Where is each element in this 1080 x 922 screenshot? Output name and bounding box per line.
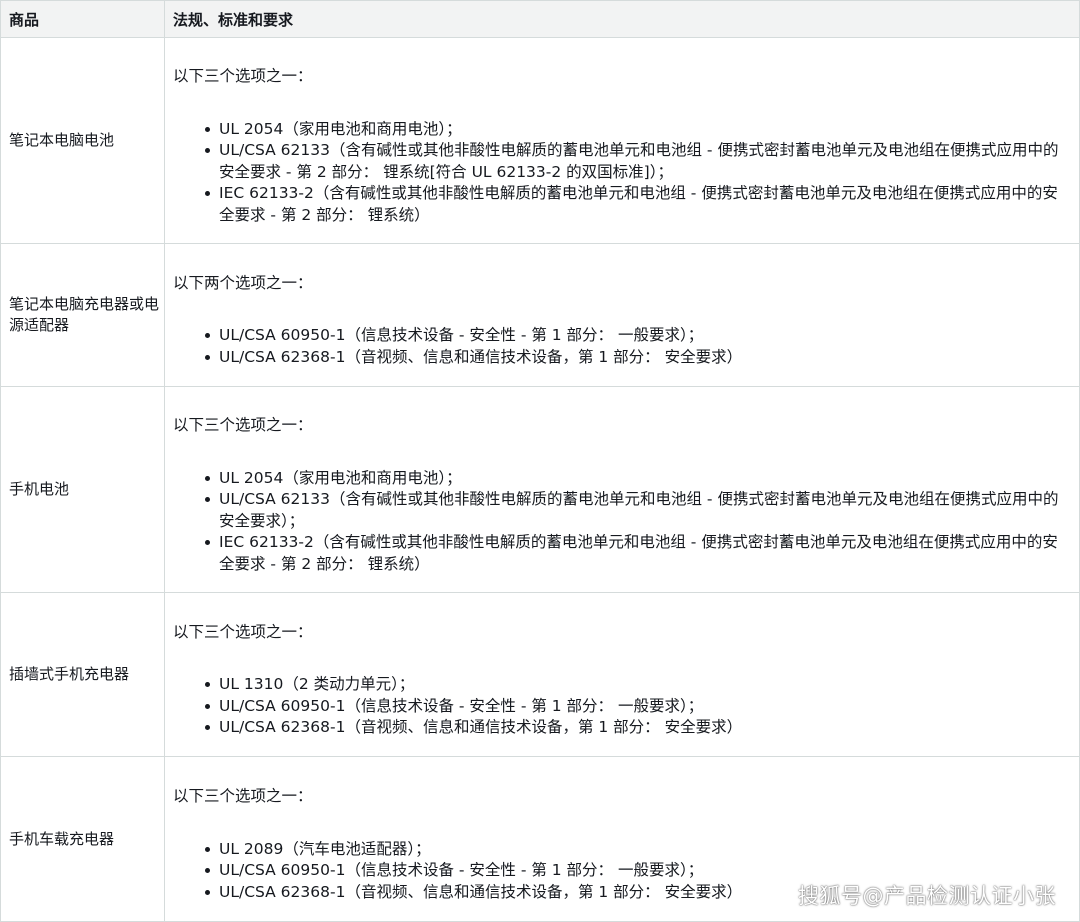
options-intro: 以下三个选项之一：: [173, 67, 313, 85]
requirements-cell: 以下三个选项之一： UL 1310（2 类动力单元）； UL/CSA 60950…: [164, 592, 1080, 757]
table-header-row: 商品 法规、标准和要求: [0, 0, 1080, 38]
options-intro: 以下三个选项之一：: [173, 622, 313, 641]
standards-list: UL/CSA 60950-1（信息技术设备 - 安全性 - 第 1 部分： 一般…: [173, 325, 1069, 368]
watermark-text: 搜狐号@产品检测认证小张: [798, 884, 1056, 908]
page: 商品 法规、标准和要求 笔记本电脑电池 以下三个选项之一： UL 2054（家用…: [0, 0, 1080, 922]
product-cell: 插墙式手机充电器: [0, 592, 165, 757]
standard-item: IEC 62133-2（含有碱性或其他非酸性电解质的蓄电池单元和电池组 - 便携…: [205, 532, 1069, 575]
requirements-cell: 以下三个选项之一： UL 2054（家用电池和商用电池）； UL/CSA 621…: [164, 37, 1080, 244]
standards-list: UL 2054（家用电池和商用电池）； UL/CSA 62133（含有碱性或其他…: [173, 468, 1069, 576]
table-row: 手机电池 以下三个选项之一： UL 2054（家用电池和商用电池）； UL/CS…: [0, 386, 1080, 593]
standard-item: UL/CSA 62133（含有碱性或其他非酸性电解质的蓄电池单元和电池组 - 便…: [205, 489, 1069, 532]
standard-item: UL/CSA 60950-1（信息技术设备 - 安全性 - 第 1 部分： 一般…: [205, 696, 1069, 718]
standard-item: IEC 62133-2（含有碱性或其他非酸性电解质的蓄电池单元和电池组 - 便携…: [205, 183, 1069, 226]
standard-item: UL/CSA 62133（含有碱性或其他非酸性电解质的蓄电池单元和电池组 - 便…: [205, 140, 1069, 183]
table-row: 笔记本电脑充电器或电源适配器 以下两个选项之一： UL/CSA 60950-1（…: [0, 243, 1080, 387]
product-cell: 笔记本电脑充电器或电源适配器: [0, 243, 165, 387]
requirements-cell: 以下两个选项之一： UL/CSA 60950-1（信息技术设备 - 安全性 - …: [164, 243, 1080, 387]
product-cell: 手机车载充电器: [0, 756, 165, 922]
standard-item: UL 2089（汽车电池适配器）；: [205, 839, 1069, 861]
standard-item: UL 2054（家用电池和商用电池）；: [205, 468, 1069, 490]
standard-item: UL/CSA 60950-1（信息技术设备 - 安全性 - 第 1 部分： 一般…: [205, 860, 1069, 882]
product-cell: 手机电池: [0, 386, 165, 593]
options-intro: 以下三个选项之一：: [173, 416, 313, 434]
header-requirements: 法规、标准和要求: [164, 0, 1080, 38]
standards-list: UL 2054（家用电池和商用电池）； UL/CSA 62133（含有碱性或其他…: [173, 119, 1069, 227]
table-row: 插墙式手机充电器 以下三个选项之一： UL 1310（2 类动力单元）； UL/…: [0, 592, 1080, 757]
standards-list: UL 1310（2 类动力单元）； UL/CSA 60950-1（信息技术设备 …: [173, 674, 1069, 739]
standard-item: UL 2054（家用电池和商用电池）；: [205, 119, 1069, 141]
standard-item: UL/CSA 62368-1（音视频、信息和通信技术设备，第 1 部分： 安全要…: [205, 717, 1069, 739]
standard-item: UL/CSA 62368-1（音视频、信息和通信技术设备，第 1 部分： 安全要…: [205, 347, 1069, 369]
requirements-cell: 以下三个选项之一： UL 2054（家用电池和商用电池）； UL/CSA 621…: [164, 386, 1080, 593]
standard-item: UL/CSA 60950-1（信息技术设备 - 安全性 - 第 1 部分： 一般…: [205, 325, 1069, 347]
options-intro: 以下三个选项之一：: [173, 787, 313, 805]
product-cell: 笔记本电脑电池: [0, 37, 165, 244]
standard-item: UL 1310（2 类动力单元）；: [205, 674, 1069, 696]
requirements-table: 商品 法规、标准和要求 笔记本电脑电池 以下三个选项之一： UL 2054（家用…: [0, 0, 1080, 922]
table-row: 笔记本电脑电池 以下三个选项之一： UL 2054（家用电池和商用电池）； UL…: [0, 37, 1080, 244]
header-product: 商品: [0, 0, 165, 38]
options-intro: 以下两个选项之一：: [173, 273, 313, 292]
